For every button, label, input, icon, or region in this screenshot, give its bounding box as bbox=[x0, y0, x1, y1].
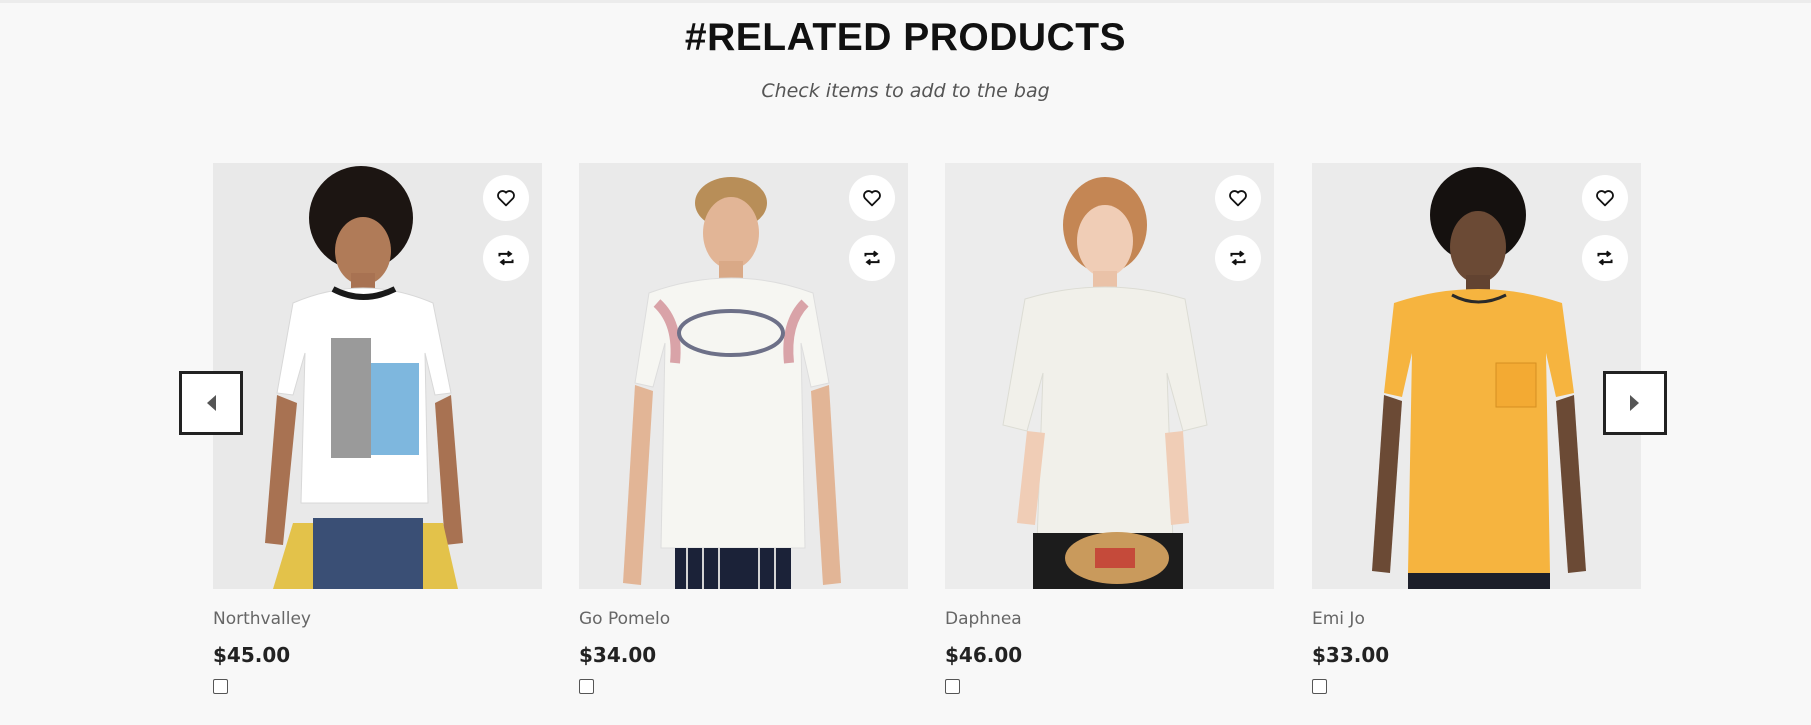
add-to-bag-checkbox[interactable] bbox=[579, 679, 594, 694]
product-image[interactable] bbox=[945, 163, 1274, 589]
product-image[interactable] bbox=[213, 163, 542, 589]
compare-button[interactable] bbox=[1582, 235, 1628, 281]
top-divider bbox=[0, 0, 1811, 3]
add-to-bag-checkbox[interactable] bbox=[213, 679, 228, 694]
product-price: $34.00 bbox=[579, 643, 657, 667]
product-name[interactable]: Emi Jo bbox=[1312, 609, 1641, 629]
product-price: $33.00 bbox=[1312, 643, 1390, 667]
product-card[interactable]: Northvalley $45.00 bbox=[213, 163, 542, 694]
chevron-right-icon bbox=[1630, 395, 1639, 411]
heart-icon bbox=[1596, 190, 1614, 207]
heart-icon bbox=[497, 190, 515, 207]
product-card[interactable]: Daphnea $46.00 bbox=[945, 163, 1274, 694]
product-image[interactable] bbox=[1312, 163, 1641, 589]
heart-icon bbox=[1229, 190, 1247, 207]
product-price: $46.00 bbox=[945, 643, 1023, 667]
wishlist-button[interactable] bbox=[483, 175, 529, 221]
carousel-next-button[interactable] bbox=[1603, 371, 1667, 435]
add-to-bag-checkbox[interactable] bbox=[945, 679, 960, 694]
compare-arrows-icon bbox=[864, 250, 880, 266]
product-name[interactable]: Go Pomelo bbox=[579, 609, 908, 629]
product-card[interactable]: Go Pomelo $34.00 bbox=[579, 163, 908, 694]
chevron-left-icon bbox=[207, 395, 216, 411]
section-subtitle: Check items to add to the bag bbox=[761, 80, 1050, 102]
heart-icon bbox=[863, 190, 881, 207]
compare-button[interactable] bbox=[483, 235, 529, 281]
compare-arrows-icon bbox=[1597, 250, 1613, 266]
carousel-prev-button[interactable] bbox=[179, 371, 243, 435]
compare-button[interactable] bbox=[849, 235, 895, 281]
product-name[interactable]: Northvalley bbox=[213, 609, 542, 629]
product-image[interactable] bbox=[579, 163, 908, 589]
product-card[interactable]: Emi Jo $33.00 bbox=[1312, 163, 1641, 694]
wishlist-button[interactable] bbox=[1215, 175, 1261, 221]
product-price: $45.00 bbox=[213, 643, 291, 667]
compare-arrows-icon bbox=[1230, 250, 1246, 266]
add-to-bag-checkbox[interactable] bbox=[1312, 679, 1327, 694]
compare-button[interactable] bbox=[1215, 235, 1261, 281]
wishlist-button[interactable] bbox=[849, 175, 895, 221]
section-title: #RELATED PRODUCTS bbox=[684, 16, 1127, 59]
compare-arrows-icon bbox=[498, 250, 514, 266]
wishlist-button[interactable] bbox=[1582, 175, 1628, 221]
product-name[interactable]: Daphnea bbox=[945, 609, 1274, 629]
